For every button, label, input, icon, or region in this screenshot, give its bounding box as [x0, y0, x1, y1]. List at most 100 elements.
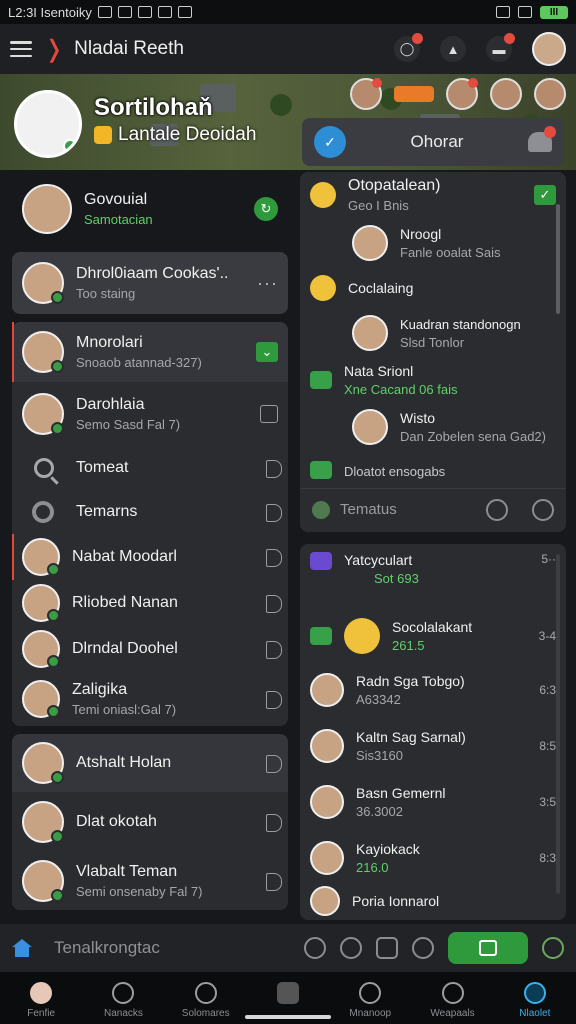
home-indicator[interactable] [245, 1015, 331, 1019]
nav-item-feed[interactable]: Fenfie [5, 982, 77, 1019]
play-icon[interactable] [266, 504, 282, 522]
feed-item[interactable]: Poria Ionnarol [300, 886, 566, 916]
notification-icon[interactable] [527, 126, 556, 152]
gear-icon [157, 6, 172, 18]
camera-icon[interactable]: ◯ [394, 33, 423, 62]
feed-item[interactable]: Otopatalean) Geo I Bnis ✓ [300, 172, 566, 218]
feed-title: Basn Gemernl [356, 785, 446, 801]
chat-row[interactable]: Darohlaia Semo Sasd Fal 7) [12, 382, 288, 446]
play-icon[interactable] [266, 641, 282, 659]
feed-header: ✓ Ohorar [302, 118, 564, 166]
avatar [22, 538, 60, 576]
chevron-right-icon[interactable]: ❭ [44, 35, 64, 64]
add-friend-icon[interactable] [542, 937, 564, 959]
play-icon[interactable] [266, 873, 282, 891]
chat-row[interactable]: Vlabalt Teman Semi onsenaby Fal 7) [12, 852, 288, 910]
feed-item[interactable]: Nata Srionl Xne Cacand 06 fais [300, 358, 566, 402]
chat-list: Mnorolari Snoaob atannad-327) ⌄ Darohlai… [12, 322, 288, 726]
play-icon[interactable] [266, 814, 282, 832]
friend-avatar[interactable] [534, 78, 566, 110]
chat-row[interactable]: Nabat Moodarl [12, 534, 288, 580]
play-icon[interactable] [266, 549, 282, 567]
feed-sub: Dan Zobelen sena Gad2) [400, 429, 546, 444]
search-icon[interactable] [412, 937, 434, 959]
avatar [22, 801, 64, 843]
nav-item-weapons[interactable]: Weapaals [417, 982, 489, 1019]
explore-icon[interactable] [486, 498, 508, 521]
play-icon[interactable] [266, 691, 282, 709]
nav-item-search[interactable]: Nanacks [87, 982, 159, 1019]
verified-icon[interactable]: ✓ [314, 126, 346, 158]
friend-avatar[interactable] [350, 78, 382, 110]
profile-avatar[interactable] [14, 90, 82, 158]
play-icon[interactable] [266, 595, 282, 613]
search-icon[interactable] [532, 498, 554, 521]
chat-row[interactable]: Temarns [12, 490, 288, 534]
pinned-chat[interactable]: Dhrol0iaam Cookas'.. Too staing ··· [12, 252, 288, 314]
avatar [22, 262, 64, 304]
more-icon[interactable]: ··· [257, 273, 278, 294]
chat-name: Dhrol0iaam Cookas'.. [76, 265, 229, 282]
chat-row[interactable]: Mnorolari Snoaob atannad-327) ⌄ [12, 322, 288, 382]
feed-item[interactable]: Kuadran standonogn Slsd Tonlor [300, 308, 566, 358]
feed-item[interactable]: Yatcyculart Sot 693 5·· [300, 544, 566, 610]
chat-row[interactable]: Tomeat [12, 446, 288, 490]
emoji-icon [94, 126, 112, 144]
feed-item[interactable]: Radn Sga Tobgo) A63342 6:3 [300, 662, 566, 718]
nav-item-favorites[interactable]: Solomares [170, 982, 242, 1019]
home-icon[interactable] [12, 939, 32, 957]
chat-icon [137, 6, 152, 18]
nav-item-active[interactable]: Nlaolet [499, 982, 571, 1019]
play-icon[interactable] [266, 460, 282, 478]
refresh-icon[interactable]: ↻ [254, 197, 278, 221]
compose-input[interactable]: Tenalkrongtac [54, 938, 290, 958]
menu-icon[interactable] [10, 41, 32, 57]
friend-avatar[interactable] [446, 78, 478, 110]
friend-avatar[interactable] [490, 78, 522, 110]
status-time: L2:3I Isentoiky [8, 4, 92, 20]
scrollbar[interactable] [556, 554, 560, 894]
chat-row[interactable]: Zaligika Temi oniasl:Gal 7) [12, 672, 288, 726]
avatar [22, 742, 64, 784]
current-user-card[interactable]: Govouial Samotacian ↻ [12, 176, 288, 242]
launch-button[interactable] [448, 932, 528, 964]
user-avatar[interactable] [532, 32, 566, 66]
check-icon[interactable]: ✓ [534, 185, 556, 205]
square-icon [276, 982, 299, 1004]
feed-item[interactable]: Nroogl Fanle ooalat Sais [300, 218, 566, 268]
inbox-icon[interactable] [376, 937, 398, 959]
chat-row[interactable]: Dlrndal Doohel [12, 626, 288, 672]
checkbox-icon[interactable]: ⌄ [256, 342, 278, 362]
chat-row[interactable]: Atshalt Holan [12, 734, 288, 792]
live-badge[interactable] [394, 86, 434, 102]
bell-icon[interactable]: ▲ [440, 36, 466, 62]
chat-row[interactable]: Dlat okotah [12, 792, 288, 852]
activity-feed: Otopatalean) Geo I Bnis ✓ Nroogl Fanle o… [300, 172, 566, 532]
feed-item[interactable]: Basn Gemernl 36.3002 3:5 [300, 774, 566, 830]
avatar [352, 409, 388, 445]
feed-item[interactable]: Coclalaing [300, 268, 566, 308]
avatar [22, 584, 60, 622]
feed-item[interactable]: Kayiokack 216.0 8:3 [300, 830, 566, 886]
square-icon[interactable] [260, 405, 278, 423]
avatar [22, 630, 60, 668]
feed-title: Kaltn Sag Sarnal) [356, 729, 466, 745]
avatar [352, 315, 388, 351]
feed-item[interactable]: Dloatot ensogabs [300, 452, 566, 488]
feed-item[interactable]: Kaltn Sag Sarnal) Sis3160 8:5 [300, 718, 566, 774]
feed-footer-label[interactable]: Tematus [340, 501, 397, 518]
nav-item-messages[interactable]: Mnanoop [334, 982, 406, 1019]
avatar [310, 841, 344, 875]
nav-item-home[interactable] [252, 982, 324, 1008]
friends-icon[interactable] [340, 937, 362, 959]
feed-item[interactable]: Socolalakant 261.5 3-4 [300, 610, 566, 662]
feed-item[interactable]: Wisto Dan Zobelen sena Gad2) [300, 402, 566, 452]
scrollbar[interactable] [556, 204, 560, 314]
chat-name: Vlabalt Teman [76, 863, 178, 880]
play-icon[interactable] [266, 755, 282, 773]
explore-icon[interactable] [304, 937, 326, 959]
feed-sub: Sot 693 [374, 571, 419, 586]
chat-row[interactable]: Rliobed Nanan [12, 580, 288, 626]
message-icon[interactable]: ▬ [486, 33, 515, 62]
feed-sub: Fanle ooalat Sais [400, 245, 501, 260]
